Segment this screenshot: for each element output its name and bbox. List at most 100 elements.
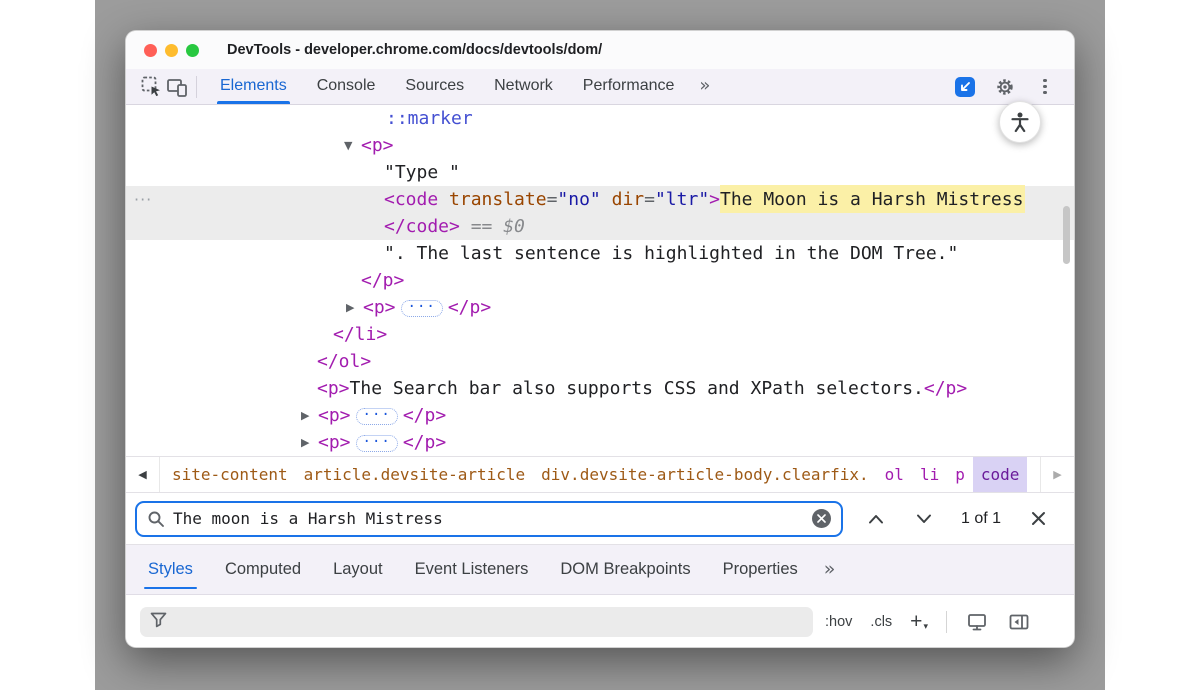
dom-tree-line[interactable]: ▶ <p> ··· </p> bbox=[126, 402, 1074, 429]
dom-tag: </li> bbox=[333, 324, 387, 345]
clear-search-button[interactable] bbox=[812, 509, 831, 528]
tab-styles[interactable]: Styles bbox=[132, 545, 209, 594]
breadcrumb-scroll-left-button[interactable]: ◀ bbox=[126, 457, 160, 492]
styles-tabs: StylesComputedLayoutEvent ListenersDOM B… bbox=[132, 545, 845, 594]
tab-performance[interactable]: Performance bbox=[568, 69, 690, 104]
inspect-element-icon[interactable] bbox=[138, 74, 164, 100]
more-sidebar-tabs-button[interactable]: » bbox=[814, 545, 846, 594]
dom-tag: </p> bbox=[924, 378, 967, 399]
dom-tag: </p> bbox=[361, 270, 404, 291]
dom-tag: </p> bbox=[403, 405, 446, 426]
more-panels-button[interactable]: » bbox=[689, 69, 720, 104]
breadcrumb-item-ol[interactable]: ol bbox=[877, 457, 912, 492]
dom-tag: <p> bbox=[318, 405, 351, 426]
expand-children-button[interactable]: ··· bbox=[356, 435, 398, 452]
style-filter-input[interactable] bbox=[140, 607, 813, 637]
tab-properties[interactable]: Properties bbox=[707, 545, 814, 594]
breadcrumb-list: site-contentarticle.devsite-articlediv.d… bbox=[160, 457, 1040, 492]
tab-layout[interactable]: Layout bbox=[317, 545, 399, 594]
search-icon bbox=[147, 510, 165, 528]
window-title: DevTools - developer.chrome.com/docs/dev… bbox=[227, 42, 602, 58]
close-window-button[interactable] bbox=[144, 44, 157, 57]
controls-divider bbox=[946, 611, 947, 633]
next-match-button[interactable] bbox=[913, 508, 935, 530]
toggle-element-state-button[interactable]: :hov bbox=[825, 614, 852, 630]
tab-computed[interactable]: Computed bbox=[209, 545, 317, 594]
dom-tag: </p> bbox=[403, 432, 446, 453]
breadcrumb-item-site-content[interactable]: site-content bbox=[164, 457, 296, 492]
breadcrumb-item-p[interactable]: p bbox=[947, 457, 973, 492]
dom-pseudo: ::marker bbox=[386, 108, 473, 129]
toolbar-right-icons bbox=[952, 74, 1074, 100]
dom-tree-line[interactable]: "Type " bbox=[126, 159, 1074, 186]
dock-side-icon[interactable] bbox=[952, 74, 978, 100]
styles-filter-bar: :hov .cls +▾ bbox=[126, 595, 1074, 648]
dom-tree-line[interactable]: </ol> bbox=[126, 348, 1074, 375]
previous-match-button[interactable] bbox=[865, 508, 887, 530]
tab-dom-breakpoints[interactable]: DOM Breakpoints bbox=[544, 545, 706, 594]
dom-tree: ::marker▼<p>"Type "···<code translate="n… bbox=[126, 105, 1074, 456]
dom-tree-line[interactable]: ▼<p> bbox=[126, 132, 1074, 159]
settings-gear-icon[interactable] bbox=[992, 74, 1018, 100]
element-classes-button[interactable]: .cls bbox=[870, 614, 892, 630]
dom-tag: <code bbox=[384, 189, 438, 210]
expand-arrow-icon[interactable]: ▶ bbox=[301, 429, 309, 456]
dom-tree-line[interactable]: <p>The Search bar also supports CSS and … bbox=[126, 375, 1074, 402]
close-search-button[interactable] bbox=[1027, 508, 1049, 530]
tab-console[interactable]: Console bbox=[302, 69, 391, 104]
tab-sources[interactable]: Sources bbox=[390, 69, 479, 104]
dom-tree-line[interactable]: ::marker bbox=[126, 105, 1074, 132]
kebab-menu-icon[interactable] bbox=[1032, 74, 1058, 100]
dom-tag: </code> bbox=[384, 216, 460, 237]
search-result-count: 1 of 1 bbox=[961, 510, 1001, 528]
dom-tag: </ol> bbox=[317, 351, 371, 372]
breadcrumb-item-code[interactable]: code bbox=[973, 457, 1028, 492]
dom-tag: <p> bbox=[317, 378, 350, 399]
breadcrumb-item-li[interactable]: li bbox=[912, 457, 947, 492]
dom-tree-scrollbar[interactable] bbox=[1063, 206, 1070, 264]
rendering-emulations-icon[interactable] bbox=[965, 610, 989, 634]
dom-tag: > bbox=[709, 189, 720, 210]
tab-elements[interactable]: Elements bbox=[205, 69, 302, 104]
dom-attr: translate bbox=[438, 189, 546, 210]
tab-network[interactable]: Network bbox=[479, 69, 568, 104]
collapse-arrow-icon[interactable]: ▼ bbox=[344, 132, 352, 159]
dom-tree-line[interactable]: ▶<p>···</p> bbox=[126, 429, 1074, 456]
expand-arrow-icon[interactable]: ▶ bbox=[301, 402, 309, 429]
expand-children-button[interactable]: ··· bbox=[356, 408, 398, 425]
dom-tree-line[interactable]: </code> == $0 bbox=[126, 213, 1074, 240]
breadcrumb: ◀ site-contentarticle.devsite-articlediv… bbox=[126, 456, 1074, 493]
device-toolbar-icon[interactable] bbox=[164, 74, 190, 100]
search-box bbox=[135, 501, 843, 537]
expand-children-button[interactable]: ··· bbox=[401, 300, 443, 317]
screenshot-stage: DevTools - developer.chrome.com/docs/dev… bbox=[0, 0, 1200, 690]
search-input[interactable] bbox=[173, 509, 812, 528]
dom-text: "Type " bbox=[384, 162, 460, 183]
dom-tree-line[interactable]: ···<code translate="no" dir="ltr">The Mo… bbox=[126, 186, 1074, 213]
window-titlebar: DevTools - developer.chrome.com/docs/dev… bbox=[126, 31, 1074, 69]
dom-punct: = bbox=[547, 189, 558, 210]
breadcrumb-item-article-devsite-article[interactable]: article.devsite-article bbox=[296, 457, 534, 492]
more-actions-indicator: ··· bbox=[134, 186, 152, 213]
dom-text: ". The last sentence is highlighted in t… bbox=[384, 243, 958, 264]
panel-tabs: ElementsConsoleSourcesNetworkPerformance… bbox=[205, 69, 720, 104]
dom-tree-line[interactable]: ▶<p>···</p> bbox=[126, 294, 1074, 321]
accessibility-person-icon bbox=[1008, 110, 1032, 134]
dom-tree-line[interactable]: </p> bbox=[126, 267, 1074, 294]
styles-toolbar-controls: :hov .cls +▾ bbox=[825, 610, 1031, 634]
breadcrumb-scroll-right-button[interactable]: ▶ bbox=[1040, 457, 1074, 492]
dom-value: "no" bbox=[557, 189, 600, 210]
new-style-rule-button[interactable]: +▾ bbox=[910, 610, 928, 634]
accessibility-button[interactable] bbox=[999, 101, 1041, 143]
minimize-window-button[interactable] bbox=[165, 44, 178, 57]
dom-tree-line[interactable]: </li> bbox=[126, 321, 1074, 348]
toggle-sidebar-icon[interactable] bbox=[1007, 610, 1031, 634]
tab-event-listeners[interactable]: Event Listeners bbox=[399, 545, 545, 594]
devtools-toolbar: ElementsConsoleSourcesNetworkPerformance… bbox=[126, 69, 1074, 105]
expand-arrow-icon[interactable]: ▶ bbox=[346, 294, 354, 321]
zoom-window-button[interactable] bbox=[186, 44, 199, 57]
dom-tree-line[interactable]: ". The last sentence is highlighted in t… bbox=[126, 240, 1074, 267]
breadcrumb-item-div-devsite-article-body-clearfix-[interactable]: div.devsite-article-body.clearfix. bbox=[533, 457, 877, 492]
search-bar: 1 of 1 bbox=[126, 493, 1074, 545]
devtools-window: DevTools - developer.chrome.com/docs/dev… bbox=[125, 30, 1075, 648]
